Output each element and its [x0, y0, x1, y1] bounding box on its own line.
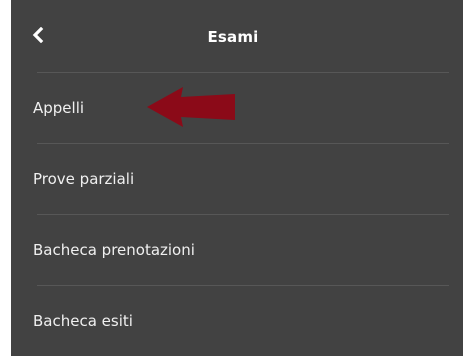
menu-item-bacheca-esiti[interactable]: Bacheca esiti — [33, 286, 449, 357]
menu-header: Esami — [32, 0, 449, 73]
exams-menu-panel: Esami Appelli Prove parziali Bacheca pre… — [11, 0, 463, 356]
page-title: Esami — [207, 28, 259, 46]
menu-item-label: Prove parziali — [33, 170, 135, 188]
menu-item-appelli[interactable]: Appelli — [33, 73, 449, 144]
menu-item-label: Bacheca esiti — [33, 312, 133, 330]
menu-item-label: Appelli — [33, 99, 85, 117]
menu-item-label: Bacheca prenotazioni — [33, 241, 195, 259]
menu-item-prove-parziali[interactable]: Prove parziali — [33, 144, 449, 215]
menu-item-bacheca-prenotazioni[interactable]: Bacheca prenotazioni — [33, 215, 449, 286]
exams-menu-list: Appelli Prove parziali Bacheca prenotazi… — [33, 73, 449, 357]
left-arrow-annotation — [147, 87, 235, 127]
